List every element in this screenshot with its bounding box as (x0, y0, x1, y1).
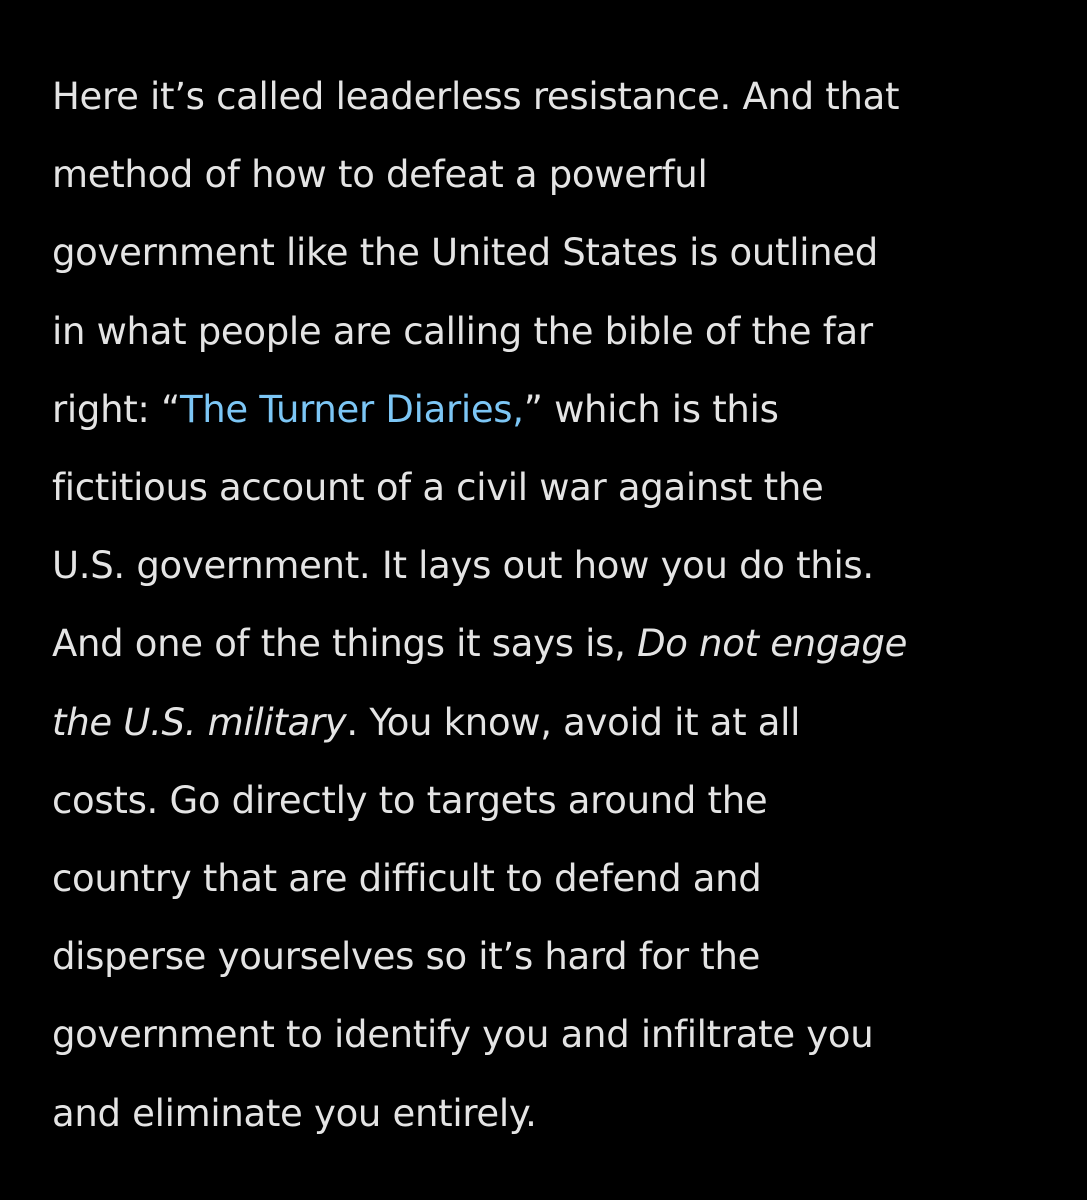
text-line: government to identify you and infiltrat… (52, 1013, 874, 1057)
text-line: And one of the things it says is, Do not… (52, 605, 907, 683)
text-line: country that are difficult to defend and (52, 857, 762, 901)
turner-diaries-link[interactable]: The Turner Diaries, (180, 388, 524, 431)
text-line: in what people are calling the bible of … (52, 309, 873, 353)
text-segment: ” which is this (523, 387, 779, 431)
text-line: disperse yourselves so it’s hard for the (52, 935, 761, 979)
text-segment: . You know, avoid it at all (346, 700, 801, 744)
text-line: U.S. government. It lays out how you do … (52, 544, 874, 588)
text-line: right: “The Turner Diaries,” which is th… (52, 371, 907, 449)
text-segment: And one of the things it says is, (52, 622, 638, 666)
text-line: and eliminate you entirely. (52, 1091, 537, 1135)
text-line: costs. Go directly to targets around the (52, 778, 768, 822)
text-line: government like the United States is out… (52, 231, 878, 275)
text-line: method of how to defeat a powerful (52, 153, 708, 197)
text-line: Here it’s called leaderless resistance. … (52, 75, 900, 118)
article-paragraph: Here it’s called leaderless resistance. … (52, 58, 907, 1153)
italic-quote: Do not engage (637, 622, 908, 666)
text-segment: right: “ (52, 387, 180, 431)
text-line: the U.S. military. You know, avoid it at… (52, 684, 907, 762)
text-line: fictitious account of a civil war agains… (52, 466, 824, 510)
italic-quote: the U.S. military (52, 700, 347, 744)
